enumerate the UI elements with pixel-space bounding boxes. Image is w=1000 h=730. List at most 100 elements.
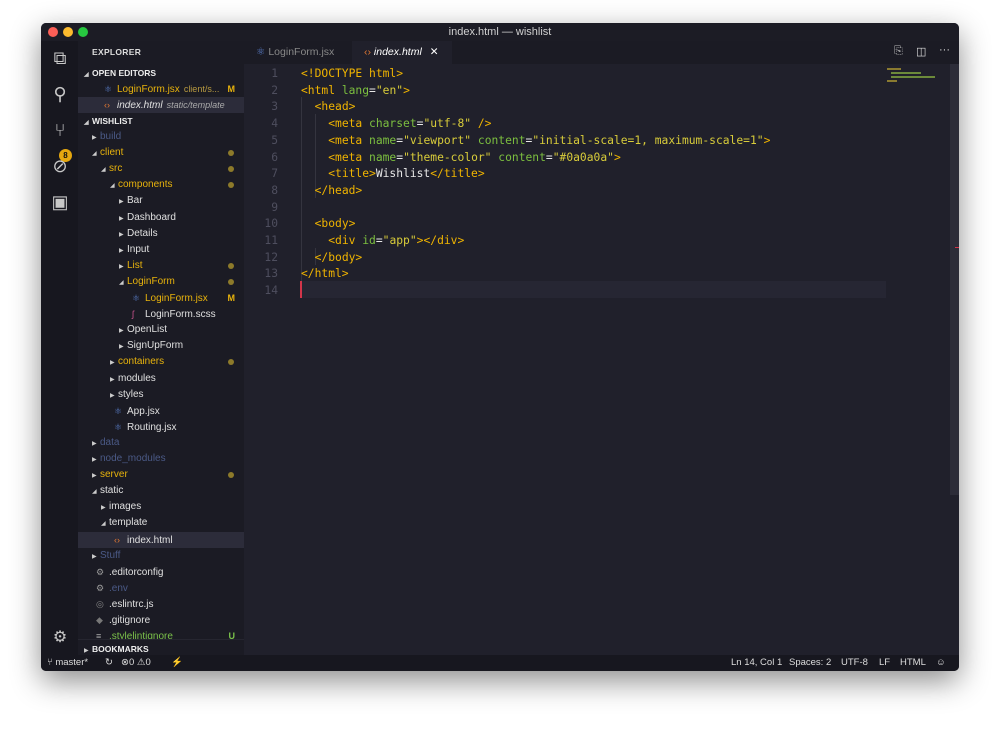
line-number: 11 [264, 234, 278, 247]
tree-item[interactable]: ▶ containers [78, 354, 244, 370]
tab-index-html[interactable]: ‹› index.html ✕ [352, 41, 452, 64]
tree-item[interactable]: ⚙ .env [78, 580, 244, 596]
tree-item-label: List [127, 259, 143, 271]
maximize-window-button[interactable] [78, 27, 88, 37]
lightning-icon[interactable]: ⚡ [171, 655, 183, 671]
close-window-button[interactable] [48, 27, 58, 37]
tree-item[interactable]: ▶ server [78, 467, 244, 483]
encoding[interactable]: UTF-8 [841, 655, 868, 671]
tree-item[interactable]: ▶ modules [78, 371, 244, 387]
tree-item[interactable]: ▶ Stuff [78, 548, 244, 564]
line-number: 5 [271, 133, 278, 147]
sync-icon[interactable]: ↻ [105, 655, 113, 671]
tree-item[interactable]: ◢ static [78, 483, 244, 499]
tree-item-label: Routing.jsx [127, 421, 177, 433]
tree-item[interactable]: ʃ LoginForm.scss [78, 306, 244, 322]
tree-item[interactable]: ▶ SignUpForm [78, 338, 244, 354]
project-header[interactable]: ◢ WISHLIST [78, 113, 244, 129]
tree-item[interactable]: ⚛ LoginForm.jsx M [78, 290, 244, 306]
tree-item[interactable]: ⚛ Routing.jsx [78, 419, 244, 435]
modified-dot [228, 278, 234, 285]
chevron-down-icon: ◢ [119, 279, 124, 286]
open-editor-item[interactable]: ‹› index.html static/template [78, 97, 244, 113]
tree-item[interactable]: ◎ .eslintrc.js [78, 596, 244, 612]
explorer-title: EXPLORER [92, 47, 142, 57]
code-line: <div id="app"></div> [301, 233, 464, 250]
tree-item[interactable]: ▶ images [78, 499, 244, 515]
line-number: 2 [271, 83, 278, 97]
tree-item[interactable]: ▶ node_modules [78, 451, 244, 467]
code-line: <meta name="theme-color" content="#0a0a0… [301, 150, 621, 167]
minimap[interactable] [887, 66, 947, 86]
debug-icon[interactable]: ⊘ [49, 155, 71, 177]
chevron-right-icon: ▶ [101, 505, 106, 512]
react-icon: ⚛ [114, 421, 123, 432]
more-actions-icon[interactable]: ··· [939, 44, 950, 56]
split-editor-icon[interactable]: ◫ [916, 45, 926, 58]
problems-indicator[interactable]: ⊗0 ⚠0 [121, 655, 151, 671]
tree-item-label: index.html [127, 534, 173, 546]
chevron-right-icon: ▶ [92, 553, 97, 560]
tree-item[interactable]: ◢ components [78, 177, 244, 193]
line-number: 6 [271, 150, 278, 164]
open-changes-icon[interactable]: ⎘ [894, 45, 903, 58]
tree-item[interactable]: ▶ OpenList [78, 322, 244, 338]
tree-item[interactable]: ▶ build [78, 129, 244, 145]
tree-item[interactable]: ⚛ App.jsx [78, 403, 244, 419]
tree-item[interactable]: ▶ styles [78, 387, 244, 403]
tab-label: index.html [373, 46, 422, 58]
current-line-highlight [300, 281, 886, 298]
tree-item[interactable]: ⚙ .editorconfig [78, 564, 244, 580]
tree-item[interactable]: ◆ .gitignore [78, 612, 244, 628]
close-tab-icon[interactable]: ✕ [430, 46, 439, 58]
code-token: <body> [314, 217, 356, 231]
tree-item-label: Input [127, 243, 150, 255]
line-number: 9 [271, 200, 278, 214]
branch-indicator[interactable]: ⑂ master* [47, 655, 88, 671]
code-line: <meta charset="utf-8" /> [301, 116, 491, 133]
code-line: <body> [301, 216, 356, 233]
react-icon: ⚛ [132, 293, 141, 303]
tree-item[interactable]: ‹› index.html [78, 531, 244, 548]
code-token: = [369, 83, 376, 97]
tree-item[interactable]: ▶ Details [78, 226, 244, 242]
files-icon[interactable]: ⧉ [49, 47, 71, 69]
bookmarks-label: BOOKMARKS [92, 644, 149, 654]
cursor-position[interactable]: Ln 14, Col 1 [731, 655, 782, 671]
open-editor-item[interactable]: ⚛ LoginForm.jsx client/s... M [78, 81, 244, 97]
tree-item[interactable]: ▶ data [78, 435, 244, 451]
file-path: client/s... [183, 84, 220, 94]
code-token: = [375, 234, 383, 247]
code-token: </html> [301, 267, 349, 281]
open-editors-header[interactable]: ◢ OPEN EDITORS [78, 65, 244, 81]
minimize-window-button[interactable] [63, 27, 73, 37]
tree-item[interactable]: ◢ LoginForm [78, 274, 244, 290]
code-line: <title>Wishlist</title> [301, 166, 484, 183]
vertical-scrollbar[interactable] [950, 64, 959, 495]
line-ending[interactable]: LF [879, 655, 890, 671]
modified-dot [228, 166, 234, 173]
tree-item[interactable]: ▶ List [78, 258, 244, 274]
indentation[interactable]: Spaces: 2 [789, 655, 831, 671]
search-icon[interactable]: ⚲ [49, 83, 71, 105]
modified-dot [228, 359, 234, 366]
feedback-smiley-icon[interactable]: ☺ [936, 655, 946, 671]
line-number: 14 [264, 284, 278, 298]
chevron-down-icon: ◢ [101, 167, 106, 174]
extensions-icon[interactable]: ▣ [49, 191, 71, 213]
language-mode[interactable]: HTML [900, 655, 926, 671]
code-editor[interactable]: 1 <!DOCTYPE html> 2 <html lang="en"> 3 <head… [244, 64, 959, 655]
tree-item[interactable]: ▶ Dashboard [78, 210, 244, 226]
tree-item[interactable]: ◢ src [78, 161, 244, 177]
tree-item[interactable]: ▶ Input [78, 242, 244, 258]
code-token: <div [328, 234, 363, 247]
gear-icon[interactable]: ⚙ [49, 627, 71, 649]
tree-item[interactable]: ◢ template [78, 515, 244, 531]
bookmarks-section-header[interactable]: ▶ BOOKMARKS [78, 639, 244, 655]
tree-item[interactable]: ◢ client [78, 145, 244, 161]
tab-loginform-jsx[interactable]: ⚛ LoginForm.jsx [244, 41, 352, 64]
source-control-icon[interactable]: ⑂ [49, 119, 71, 141]
tree-item[interactable]: ▶ Bar [78, 193, 244, 209]
chevron-right-icon: ▶ [110, 360, 115, 367]
